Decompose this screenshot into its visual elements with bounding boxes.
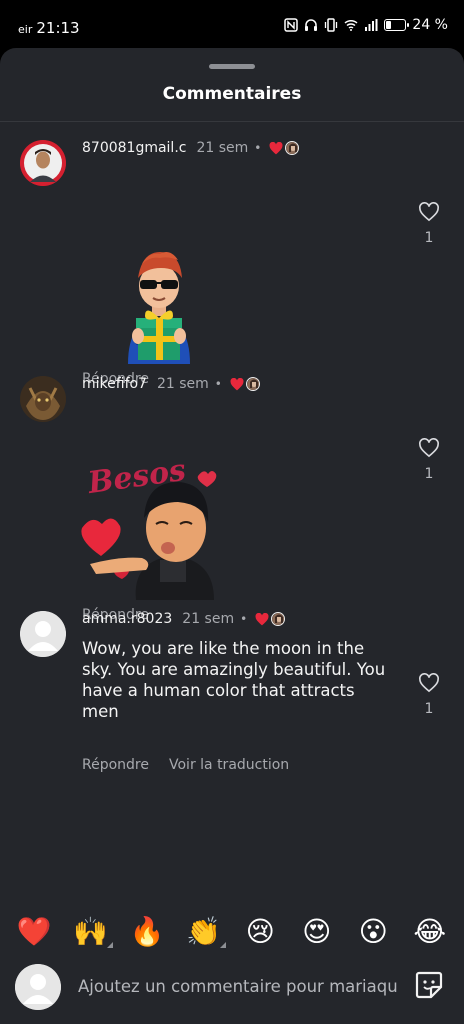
avatar[interactable] — [20, 140, 66, 186]
creator-avatar-icon — [271, 612, 286, 626]
like-count: 1 — [424, 230, 434, 246]
like-count: 1 — [424, 466, 434, 482]
creator-avatar-icon — [245, 377, 260, 391]
comments-sheet: Commentaires 870081gmail.c 21 sem • Répo… — [0, 48, 464, 1024]
like-control: 1 — [412, 673, 446, 717]
signal-icon — [365, 19, 378, 31]
heart-eyes-emoji-icon[interactable]: 😍 — [297, 918, 337, 946]
comment-username[interactable]: 870081gmail.c — [82, 140, 186, 156]
comment-item: 870081gmail.c 21 sem • Répondre 1 — [0, 140, 464, 387]
comment-item: amma.r8023 21 sem • Wow, you are like th… — [0, 611, 464, 773]
status-clock: 21:13 — [36, 19, 80, 37]
skin-tone-indicator — [219, 942, 226, 948]
comment-username[interactable]: mikefifo7 — [82, 376, 147, 392]
like-control: 1 — [412, 438, 446, 482]
avatar[interactable] — [20, 376, 66, 422]
skin-tone-indicator — [106, 942, 113, 948]
translate-button[interactable]: Voir la traduction — [169, 757, 289, 773]
avatar[interactable] — [20, 611, 66, 657]
sheet-title: Commentaires — [162, 84, 302, 104]
user-photo-icon — [20, 376, 66, 422]
headphones-icon — [305, 19, 318, 31]
comment-time: 21 sem — [196, 140, 249, 156]
creator-avatar-icon — [285, 141, 300, 155]
comment-input[interactable] — [78, 970, 398, 1002]
comment-meta: 870081gmail.c 21 sem • — [82, 140, 300, 156]
default-avatar-icon — [15, 964, 61, 1010]
comment-actions: Répondre Voir la traduction — [82, 757, 289, 773]
comment-username[interactable]: amma.r8023 — [82, 611, 172, 627]
creator-liked-heart-icon — [255, 612, 269, 625]
avatar-gift-sticker[interactable] — [116, 240, 202, 364]
reply-button[interactable]: Répondre — [82, 757, 149, 773]
comment-meta: amma.r8023 21 sem • — [82, 611, 286, 627]
like-heart-icon[interactable] — [418, 673, 440, 693]
comment-meta: mikefifo7 21 sem • — [82, 376, 260, 392]
battery-percentage: 24 % — [412, 17, 448, 33]
tears-of-joy-emoji-icon[interactable]: 😂 — [410, 918, 450, 946]
user-photo-icon — [20, 140, 66, 186]
comment-text: Wow, you are like the moon in the sky. Y… — [82, 639, 386, 721]
my-avatar — [15, 964, 61, 1010]
like-heart-icon[interactable] — [418, 438, 440, 458]
meta-separator: • — [240, 612, 248, 626]
nfc-icon — [284, 18, 299, 32]
default-avatar-icon — [20, 611, 66, 657]
creator-liked-heart-icon — [269, 141, 283, 154]
like-count: 1 — [424, 701, 434, 717]
red-heart-emoji-icon[interactable]: ❤️ — [14, 918, 54, 946]
like-control: 1 — [412, 202, 446, 246]
emoji-reaction-bar: ❤️ 🙌 🔥 👏 😢 😍 😮 😂 — [0, 910, 464, 954]
meta-separator: • — [214, 377, 222, 391]
drag-handle[interactable] — [209, 64, 255, 69]
like-heart-icon[interactable] — [418, 202, 440, 222]
raising-hands-emoji-icon[interactable]: 🙌 — [71, 915, 113, 948]
vibrate-icon — [325, 18, 338, 32]
comment-time: 21 sem — [182, 611, 235, 627]
fire-emoji-icon[interactable]: 🔥 — [127, 918, 167, 946]
wifi-icon — [344, 19, 358, 31]
surprised-face-emoji-icon[interactable]: 😮 — [353, 918, 393, 946]
carrier-label: eir — [18, 23, 33, 36]
header-divider — [0, 121, 464, 122]
crying-face-emoji-icon[interactable]: 😢 — [240, 918, 280, 946]
creator-liked-heart-icon — [230, 377, 244, 390]
clapping-hands-emoji-icon[interactable]: 👏 — [184, 915, 226, 948]
meta-separator: • — [254, 141, 262, 155]
battery-icon — [384, 19, 410, 31]
comment-time: 21 sem — [156, 376, 209, 392]
sticker-icon[interactable] — [414, 970, 444, 1000]
comment-composer — [0, 962, 464, 1024]
status-bar: eir 21:13 24 % — [0, 0, 464, 52]
raising-hands-glyph: 🙌 — [73, 915, 109, 948]
comment-item: mikefifo7 21 sem • Besos Répondre 1 — [0, 376, 464, 623]
clapping-hands-glyph: 👏 — [186, 915, 222, 948]
besos-kiss-sticker[interactable]: Besos — [80, 448, 226, 600]
